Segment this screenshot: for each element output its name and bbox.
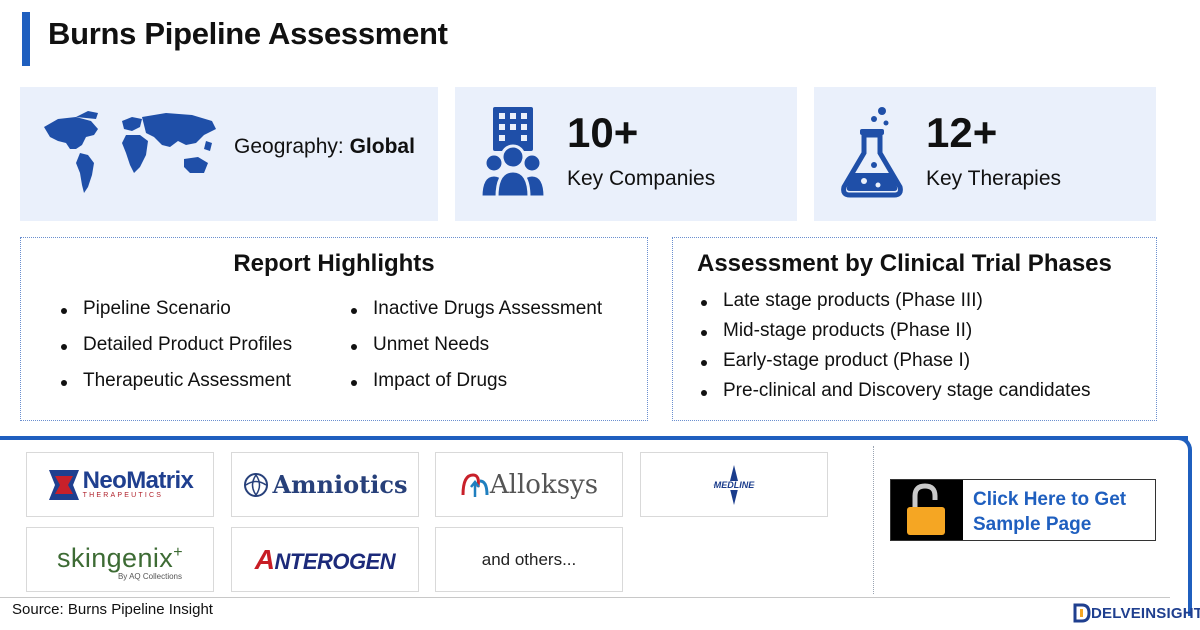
list-item: Late stage products (Phase III) xyxy=(699,290,1091,320)
delveinsight-logo: DELVEINSIGHT xyxy=(1073,603,1200,623)
geography-text: Geography: Global xyxy=(234,135,415,159)
flask-icon xyxy=(841,107,903,198)
brand-name: DELVEINSIGHT xyxy=(1091,604,1200,622)
list-item: Mid-stage products (Phase II) xyxy=(699,320,1091,350)
logo-amniotics: Amniotics xyxy=(231,452,419,517)
unlock-icon xyxy=(891,480,963,540)
list-item: Inactive Drugs Assessment xyxy=(349,298,602,334)
anterogen-rest: NTEROGEN xyxy=(274,548,396,574)
therapies-label: Key Therapies xyxy=(926,167,1062,190)
sample-page-button[interactable]: Click Here to Get Sample Page xyxy=(890,479,1156,541)
logo-medline: MEDLINE xyxy=(640,452,828,517)
logo-anterogen: ANTEROGEN xyxy=(231,527,419,592)
medline-name: MEDLINE xyxy=(713,479,755,490)
cta-line2: Sample Page xyxy=(973,514,1092,535)
title-accent-bar xyxy=(22,12,30,66)
neomatrix-mark-icon xyxy=(48,469,79,500)
therapies-card: 12+ Key Therapies xyxy=(814,87,1156,221)
footer-divider xyxy=(0,597,1170,598)
companies-label: Key Companies xyxy=(567,167,716,190)
report-highlights-title: Report Highlights xyxy=(233,250,435,277)
sample-page-label[interactable]: Click Here to Get Sample Page xyxy=(963,480,1155,540)
cta-line1: Click Here to Get xyxy=(973,489,1127,510)
vertical-separator xyxy=(873,446,874,594)
anterogen-initial: A xyxy=(254,543,275,575)
clinical-phases-title: Assessment by Clinical Trial Phases xyxy=(697,250,1112,277)
highlights-list-left: Pipeline Scenario Detailed Product Profi… xyxy=(59,298,292,406)
list-item: Early-stage product (Phase I) xyxy=(699,350,1091,380)
companies-count: 10+ xyxy=(567,109,639,156)
list-item: Impact of Drugs xyxy=(349,370,602,406)
alloksys-name: Alloksys xyxy=(489,469,599,500)
divider-corner xyxy=(1172,436,1192,616)
company-icon xyxy=(479,107,547,199)
logo-others: and others... xyxy=(435,527,623,592)
list-item: Pipeline Scenario xyxy=(59,298,292,334)
report-highlights-box: Report Highlights Pipeline Scenario Deta… xyxy=(20,237,648,421)
therapies-count: 12+ xyxy=(926,109,998,156)
list-item: Detailed Product Profiles xyxy=(59,334,292,370)
world-map-icon xyxy=(44,111,216,193)
skingenix-name: skingenix xyxy=(57,542,174,573)
logo-skingenix: skingenix+ By AQ Collections xyxy=(26,527,214,592)
alloksys-mark-icon xyxy=(461,472,489,497)
companies-card: 10+ Key Companies xyxy=(455,87,797,221)
neomatrix-name: NeoMatrix xyxy=(82,466,194,494)
logo-neomatrix: NeoMatrix THERAPEUTICS xyxy=(26,452,214,517)
skingenix-sub: By AQ Collections xyxy=(117,571,182,581)
section-divider xyxy=(0,436,1188,440)
phases-list: Late stage products (Phase III) Mid-stag… xyxy=(699,290,1091,410)
delveinsight-mark-icon xyxy=(1073,603,1091,623)
page-title: Burns Pipeline Assessment xyxy=(48,16,448,51)
others-text: and others... xyxy=(481,549,577,569)
geography-card: Geography: Global xyxy=(20,87,438,221)
clinical-phases-box: Assessment by Clinical Trial Phases Late… xyxy=(672,237,1157,421)
list-item: Therapeutic Assessment xyxy=(59,370,292,406)
list-item: Unmet Needs xyxy=(349,334,602,370)
amniotics-name: Amniotics xyxy=(272,470,408,499)
list-item: Pre-clinical and Discovery stage candida… xyxy=(699,380,1091,410)
skingenix-plus: + xyxy=(173,543,183,561)
geography-label: Geography: xyxy=(234,135,350,158)
amniotics-mark-icon xyxy=(243,472,268,497)
highlights-list-right: Inactive Drugs Assessment Unmet Needs Im… xyxy=(349,298,602,406)
geography-value: Global xyxy=(349,135,415,158)
source-text: Source: Burns Pipeline Insight xyxy=(12,601,213,618)
logo-alloksys: Alloksys xyxy=(435,452,623,517)
